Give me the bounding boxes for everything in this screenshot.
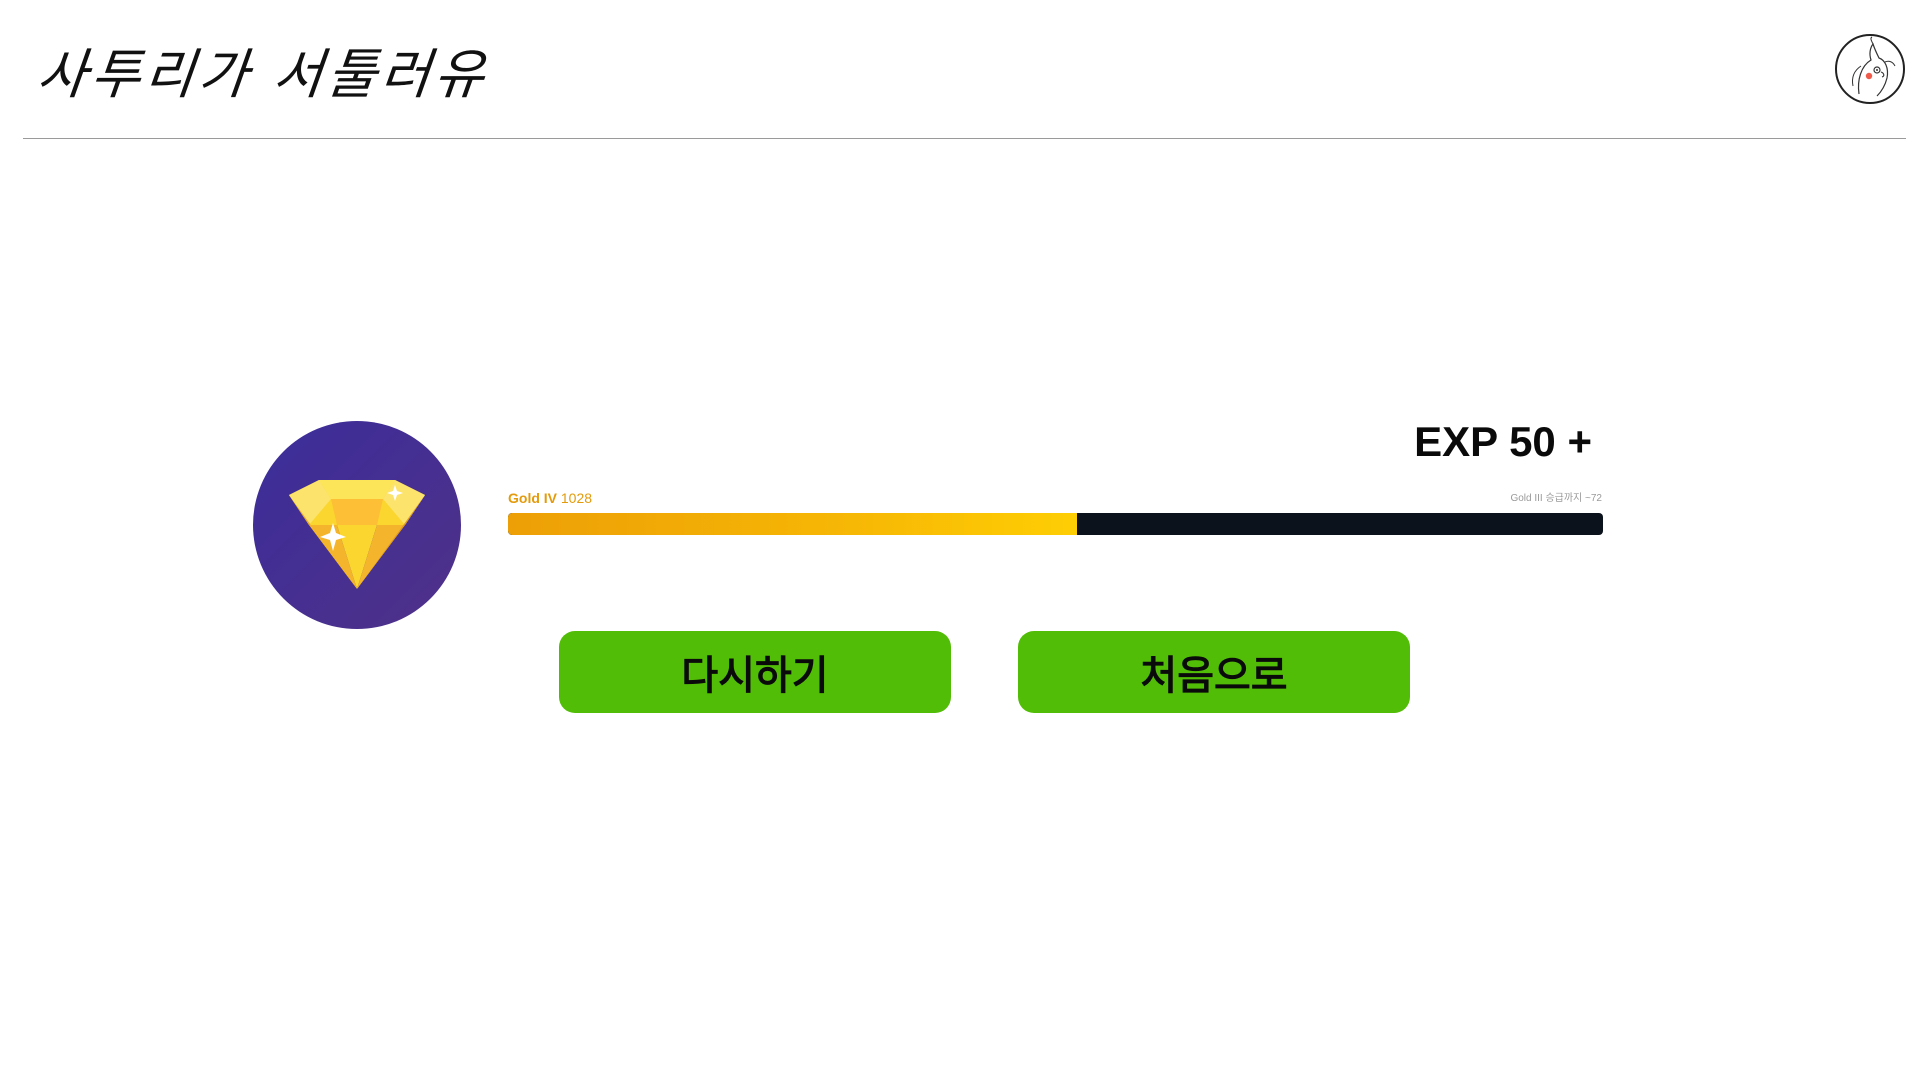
current-tier: Gold IV 1028 bbox=[508, 490, 592, 506]
exp-progress-fill bbox=[508, 513, 1078, 535]
exp-gain-label: EXP 50 + bbox=[1414, 418, 1592, 465]
tier-name: Gold IV bbox=[508, 490, 557, 506]
rank-badge bbox=[253, 421, 461, 629]
gold-diamond-icon bbox=[253, 421, 461, 629]
header: 사투리가 서툴러유 bbox=[0, 0, 1920, 140]
retry-button[interactable]: 다시하기 bbox=[559, 631, 951, 713]
next-tier-info: Gold III 승급까지 ~72 bbox=[1510, 493, 1602, 504]
home-button[interactable]: 처음으로 bbox=[1018, 631, 1410, 713]
profile-avatar[interactable] bbox=[1835, 34, 1905, 104]
exp-progress-bar bbox=[508, 513, 1603, 535]
tier-points: 1028 bbox=[560, 490, 593, 506]
header-divider bbox=[23, 138, 1906, 139]
app-logo[interactable]: 사투리가 서툴러유 bbox=[34, 30, 493, 109]
bird-avatar-icon bbox=[1852, 36, 1896, 97]
